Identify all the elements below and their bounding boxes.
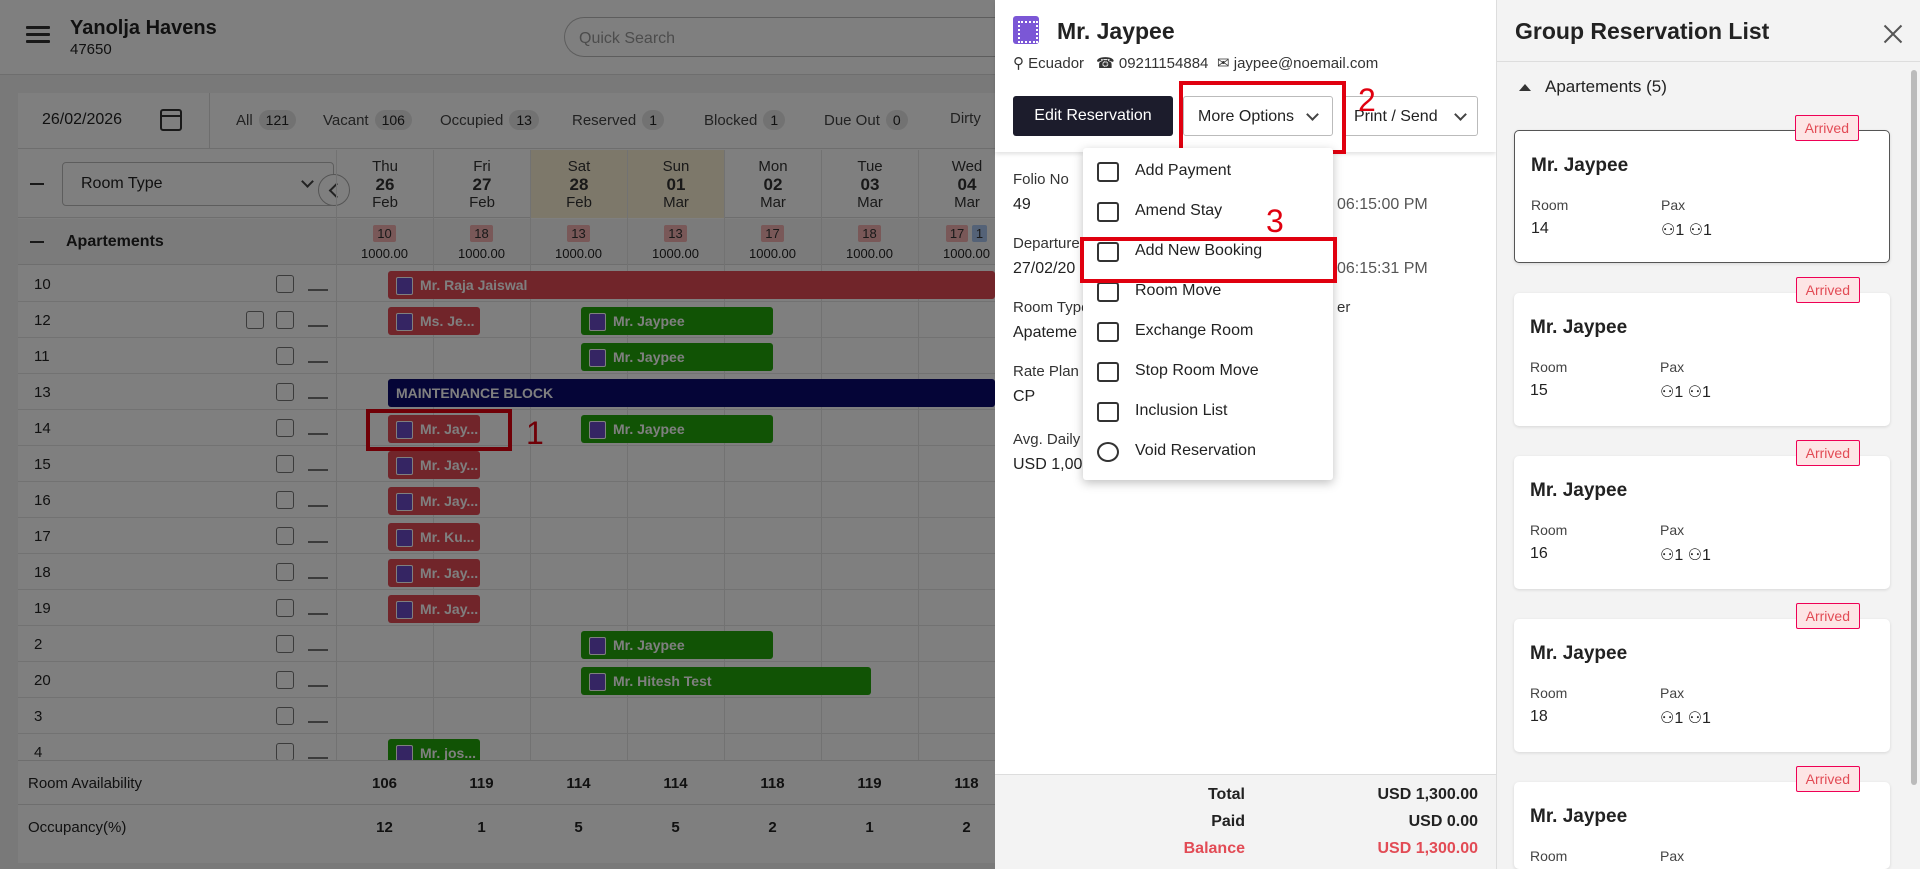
modal-overlay[interactable]: [0, 0, 995, 869]
close-icon[interactable]: [1883, 24, 1903, 44]
arrival-time: 06:15:00 PM: [1337, 196, 1428, 213]
menu-void-reservation[interactable]: Void Reservation: [1083, 432, 1333, 472]
departure-time: 06:15:31 PM: [1337, 260, 1428, 277]
chevron-down-icon: [1454, 108, 1467, 121]
card-room: 18: [1530, 708, 1548, 725]
group-card[interactable]: Arrived Mr. Jaypee Room Pax: [1514, 766, 1890, 869]
status-badge: Arrived: [1795, 603, 1860, 629]
hand-stop-icon: [1097, 362, 1119, 382]
group-reservation-panel: Group Reservation List Apartements (5) A…: [1496, 0, 1920, 869]
balance-label: Balance: [1183, 840, 1245, 857]
total-value: USD 1,300.00: [1377, 786, 1478, 803]
group-card[interactable]: Arrived Mr. Jaypee Room Pax 15 ⚇1 ⚇1: [1514, 277, 1890, 426]
avg-daily-value: USD 1,000: [1013, 456, 1092, 473]
folio-value: 49: [1013, 196, 1031, 213]
menu-exchange-room[interactable]: Exchange Room: [1083, 312, 1333, 352]
group-card[interactable]: Arrived Mr. Jaypee Room Pax 16 ⚇1 ⚇1: [1514, 440, 1890, 589]
departure-value: 27/02/20: [1013, 260, 1076, 277]
room-type-value: Apateme: [1013, 324, 1078, 341]
edit-reservation-button[interactable]: Edit Reservation: [1013, 96, 1173, 136]
status-badge: Arrived: [1795, 277, 1860, 303]
group-list-title: Group Reservation List: [1515, 18, 1770, 44]
highlight-box-2: [1179, 81, 1346, 154]
more-options-menu: Add Payment Amend Stay Add New Booking R…: [1083, 148, 1333, 480]
card-guest-name: Mr. Jaypee: [1530, 480, 1628, 501]
extra-label: er: [1337, 299, 1351, 316]
email: ✉ jaypee@noemail.com: [1217, 55, 1379, 72]
group-card[interactable]: Arrived Mr. Jaypee Room Pax 18 ⚇1 ⚇1: [1514, 603, 1890, 752]
card-guest-name: Mr. Jaypee: [1530, 317, 1628, 338]
card-guest-name: Mr. Jaypee: [1530, 806, 1628, 827]
building-icon: [1013, 16, 1039, 44]
card-room: 16: [1530, 545, 1548, 562]
rate-plan-label: Rate Plan: [1013, 363, 1079, 380]
status-badge: Arrived: [1794, 115, 1859, 141]
calendar-edit-icon: [1097, 202, 1119, 222]
country: ⚲ Ecuador: [1013, 55, 1085, 72]
paid-label: Paid: [1211, 813, 1245, 830]
inclusion-icon: [1097, 402, 1119, 422]
card-pax: ⚇1 ⚇1: [1660, 710, 1711, 727]
menu-add-payment[interactable]: Add Payment: [1083, 152, 1333, 192]
card-icon: [1097, 162, 1119, 182]
menu-inclusion-list[interactable]: Inclusion List: [1083, 392, 1333, 432]
status-badge: Arrived: [1795, 766, 1860, 792]
menu-amend-stay[interactable]: Amend Stay: [1083, 192, 1333, 232]
folio-label: Folio No: [1013, 171, 1069, 188]
bed-exchange-icon: [1097, 322, 1119, 342]
avg-daily-label: Avg. Daily I: [1013, 431, 1089, 448]
annotation-2: 2: [1358, 82, 1376, 118]
total-label: Total: [1207, 786, 1245, 803]
scrollbar[interactable]: [1911, 70, 1917, 785]
rate-plan-value: CP: [1013, 388, 1036, 405]
annotation-3: 3: [1266, 203, 1284, 239]
group-section-toggle[interactable]: Apartements (5): [1497, 61, 1920, 109]
card-pax: ⚇1 ⚇1: [1660, 547, 1711, 564]
void-circle-icon: [1097, 442, 1119, 462]
room-type-label: Room Type: [1013, 299, 1090, 316]
card-pax: ⚇1 ⚇1: [1660, 384, 1711, 401]
card-pax: ⚇1 ⚇1: [1661, 222, 1712, 239]
bed-move-icon: [1097, 282, 1119, 302]
departure-label: Departure: [1013, 235, 1080, 252]
menu-stop-room-move[interactable]: Stop Room Move: [1083, 352, 1333, 392]
guest-name: Mr. Jaypee: [1057, 18, 1175, 44]
card-room: 14: [1531, 220, 1549, 237]
group-card[interactable]: Arrived Mr. Jaypee Room Pax 14 ⚇1 ⚇1: [1514, 115, 1890, 263]
card-guest-name: Mr. Jaypee: [1530, 643, 1628, 664]
card-room: 15: [1530, 382, 1548, 399]
card-guest-name: Mr. Jaypee: [1531, 155, 1629, 176]
status-badge: Arrived: [1795, 440, 1860, 466]
highlight-box-3: [1080, 237, 1337, 283]
phone: ☎ 09211154884: [1096, 55, 1209, 72]
balance-value: USD 1,300.00: [1377, 840, 1478, 857]
paid-value: USD 0.00: [1408, 813, 1478, 830]
totals-section: Total USD 1,300.00 Paid USD 0.00 Balance…: [995, 774, 1496, 869]
caret-up-icon: [1519, 84, 1531, 91]
